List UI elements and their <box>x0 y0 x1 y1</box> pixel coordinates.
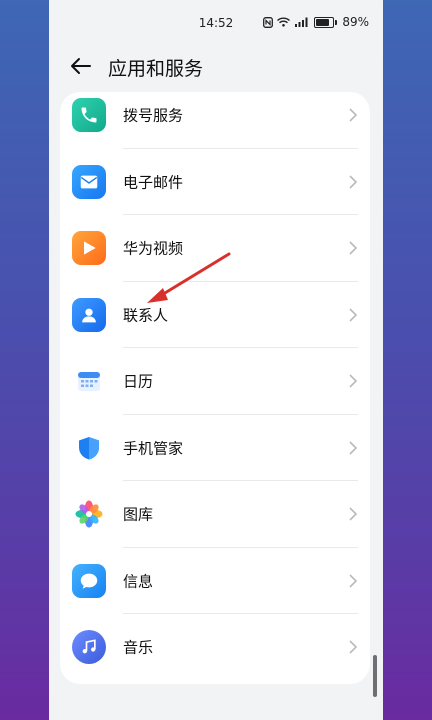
page-title: 应用和服务 <box>108 58 204 80</box>
phone-screen: 14:52 89% 应用和服务 拨号服务 电子邮件 华为视频 联系人 日历 手机… <box>49 0 383 720</box>
list-item-email[interactable]: 电子邮件 <box>60 149 370 215</box>
list-item-huawei-video[interactable]: 华为视频 <box>60 215 370 282</box>
music-icon <box>72 630 106 665</box>
header: 应用和服务 <box>49 46 383 86</box>
list-item-label: 拨号服务 <box>123 106 184 125</box>
nfc-icon <box>263 16 274 28</box>
signal-icon <box>295 17 308 27</box>
chevron-right-icon <box>349 640 358 654</box>
list-item-label: 信息 <box>123 572 154 591</box>
status-icons: 89% <box>263 15 369 29</box>
list-item-label: 电子邮件 <box>123 173 184 192</box>
chevron-right-icon <box>349 374 358 388</box>
calendar-icon <box>72 364 106 398</box>
list-item-dialer[interactable]: 拨号服务 <box>60 92 370 149</box>
gallery-icon <box>72 497 106 531</box>
list-item-messages[interactable]: 信息 <box>60 548 370 614</box>
battery-percent: 89% <box>342 15 369 29</box>
list-item-label: 手机管家 <box>123 439 184 458</box>
email-icon <box>72 164 106 199</box>
list-item-gallery[interactable]: 图库 <box>60 481 370 548</box>
list-item-calendar[interactable]: 日历 <box>60 348 370 415</box>
chevron-right-icon <box>349 241 358 255</box>
chevron-right-icon <box>349 308 358 322</box>
list-item-label: 音乐 <box>123 638 154 657</box>
chevron-right-icon <box>349 507 358 521</box>
list-item-label: 图库 <box>123 505 154 524</box>
app-list-card: 拨号服务 电子邮件 华为视频 联系人 日历 手机管家 图库 信息 音乐 <box>60 92 370 684</box>
list-item-label: 联系人 <box>123 306 169 325</box>
chevron-right-icon <box>349 574 358 588</box>
list-item-music[interactable]: 音乐 <box>60 614 370 681</box>
video-icon <box>72 231 106 266</box>
back-arrow-icon[interactable] <box>69 54 93 78</box>
contacts-icon <box>72 297 106 332</box>
wifi-icon <box>277 17 291 27</box>
phone-icon <box>72 98 106 133</box>
chevron-right-icon <box>349 175 358 189</box>
status-bar: 14:52 89% <box>49 0 383 46</box>
scrollbar[interactable] <box>373 655 377 697</box>
chevron-right-icon <box>349 441 358 455</box>
shield-icon <box>72 431 106 465</box>
chevron-right-icon <box>349 108 358 122</box>
list-item-label: 日历 <box>123 372 154 391</box>
message-icon <box>72 563 106 598</box>
battery-icon <box>314 16 338 28</box>
list-item-label: 华为视频 <box>123 239 184 258</box>
list-item-phone-manager[interactable]: 手机管家 <box>60 415 370 481</box>
list-item-contacts[interactable]: 联系人 <box>60 282 370 348</box>
